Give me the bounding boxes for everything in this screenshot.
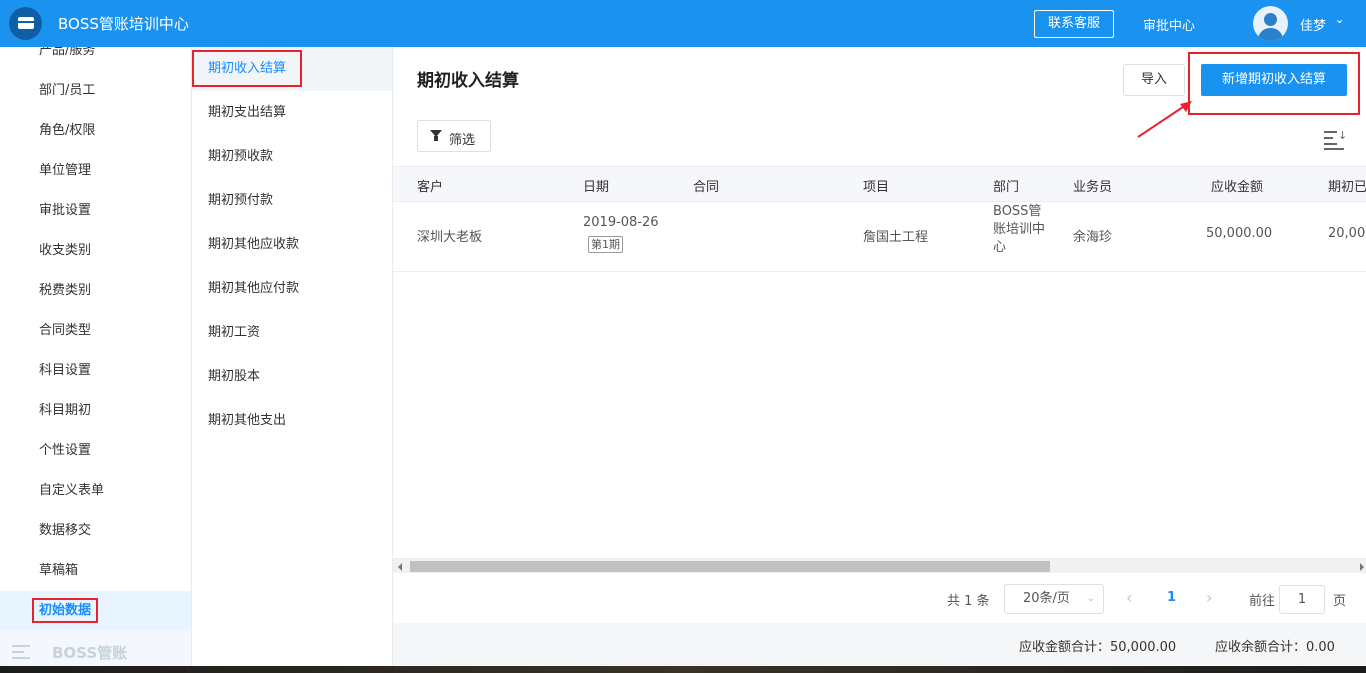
goto-page-input[interactable] [1279,585,1325,614]
submenu-item-initial-income[interactable]: 期初收入结算 [192,47,392,91]
next-page-icon[interactable]: › [1206,588,1212,607]
column-header-initial[interactable]: 期初已 [1328,176,1366,195]
current-page-number[interactable]: 1 [1167,590,1176,605]
column-settings-icon[interactable]: ↓ [1324,129,1347,150]
sidebar-item-account-settings[interactable]: 科目设置 [0,351,191,391]
sidebar-item-tax-categories[interactable]: 税费类别 [0,271,191,311]
filter-label: 筛选 [449,133,476,148]
receivable-total: 应收金额合计：50,000.00 [1019,640,1177,655]
sidebar-item-drafts[interactable]: 草稿箱 [0,551,191,591]
goto-label: 前往 [1249,594,1276,609]
column-header-salesman[interactable]: 业务员 [1073,176,1112,195]
balance-total: 应收余额合计：0.00 [1215,640,1335,655]
contact-support-button[interactable]: 联系客服 [1034,10,1114,38]
cell-department: BOSS管账培训中心 [993,204,1046,255]
menu-collapse-icon[interactable] [12,645,30,659]
chevron-down-icon: ⌄ [1086,593,1095,604]
period-badge: 第1期 [588,236,623,253]
app-title: BOSS管账培训中心 [58,15,189,33]
sidebar: 产品/服务 部门/员工 角色/权限 单位管理 审批设置 收支类别 税费类别 合同… [0,47,192,673]
store-logo-icon [9,7,42,40]
submenu-item-initial-equity[interactable]: 期初股本 [192,355,392,399]
column-header-date[interactable]: 日期 [583,176,609,195]
submenu-item-initial-prepayment[interactable]: 期初预付款 [192,179,392,223]
submenu: 期初收入结算 期初支出结算 期初预收款 期初预付款 期初其他应收款 期初其他应付… [192,47,393,673]
sidebar-item-data-transfer[interactable]: 数据移交 [0,511,191,551]
column-header-project[interactable]: 项目 [863,176,889,195]
scrollbar-thumb[interactable] [410,561,1050,572]
cell-initial: 20,00 [1328,226,1366,241]
submenu-item-other-receivable[interactable]: 期初其他应收款 [192,223,392,267]
filter-button[interactable]: 筛选 [417,120,491,152]
submenu-item-initial-salary[interactable]: 期初工资 [192,311,392,355]
goto-suffix: 页 [1333,594,1347,609]
column-header-receivable[interactable]: 应收金额 [1211,176,1263,195]
sidebar-item-products[interactable]: 产品/服务 [0,47,191,71]
submenu-item-label: 期初收入结算 [192,50,303,87]
approval-center-link[interactable]: 审批中心 [1143,15,1195,34]
page-size-select[interactable]: 20条/页 ⌄ [1004,584,1104,614]
import-button[interactable]: 导入 [1123,64,1185,96]
sidebar-item-label: 初始数据 [32,598,99,623]
sidebar-item-approval-settings[interactable]: 审批设置 [0,191,191,231]
cell-customer: 深圳大老板 [417,230,483,245]
avatar[interactable] [1253,6,1288,41]
submenu-item-other-expense[interactable]: 期初其他支出 [192,399,392,443]
sidebar-item-personal-settings[interactable]: 个性设置 [0,431,191,471]
horizontal-scrollbar[interactable] [393,558,1366,573]
window-bottom-strip [0,666,1366,673]
page-title: 期初收入结算 [417,71,519,91]
sidebar-item-contract-types[interactable]: 合同类型 [0,311,191,351]
scroll-left-icon[interactable] [398,563,402,571]
chevron-down-icon[interactable]: ⌄ [1335,13,1344,26]
cell-salesman: 余海珍 [1073,230,1113,245]
annotation-arrow-icon [1137,101,1192,138]
cell-date: 2019-08-26 [583,215,659,230]
table-header: 客户 日期 合同 项目 部门 业务员 应收金额 期初已 [393,166,1366,202]
page-size-value: 20条/页 [1023,591,1070,606]
annotation-highlight-box [1188,52,1360,115]
column-header-department[interactable]: 部门 [993,176,1019,195]
scroll-right-icon[interactable] [1360,563,1364,571]
sidebar-item-initial-data[interactable]: 初始数据 [0,591,191,631]
column-header-contract[interactable]: 合同 [693,176,719,195]
top-bar: BOSS管账培训中心 联系客服 审批中心 佳梦 ⌄ [0,0,1366,47]
submenu-item-initial-expense[interactable]: 期初支出结算 [192,91,392,135]
table-row[interactable]: 深圳大老板 2019-08-26 第1期 詹国土工程 BOSS管账培训中心 余海… [393,202,1366,272]
sidebar-item-units[interactable]: 单位管理 [0,151,191,191]
sidebar-item-income-categories[interactable]: 收支类别 [0,231,191,271]
cell-receivable: 50,000.00 [1206,226,1273,241]
column-header-customer[interactable]: 客户 [417,176,443,195]
submenu-item-other-payable[interactable]: 期初其他应付款 [192,267,392,311]
sidebar-item-departments[interactable]: 部门/员工 [0,71,191,111]
sidebar-footer-label: BOSS管账 [52,644,128,662]
summary-bar: 应收金额合计：50,000.00 应收余额合计：0.00 [393,623,1366,665]
prev-page-icon[interactable]: ‹ [1126,588,1132,607]
sidebar-item-custom-forms[interactable]: 自定义表单 [0,471,191,511]
submenu-item-initial-prereceipt[interactable]: 期初预收款 [192,135,392,179]
pagination-total: 共 1 条 [947,594,990,609]
sidebar-item-account-initial[interactable]: 科目期初 [0,391,191,431]
cell-project: 詹国土工程 [863,230,929,245]
username[interactable]: 佳梦 [1300,15,1326,34]
sidebar-item-roles[interactable]: 角色/权限 [0,111,191,151]
main-content: 期初收入结算 导入 新增期初收入结算 筛选 ↓ 客户 日期 合同 项目 部门 业… [393,47,1366,673]
